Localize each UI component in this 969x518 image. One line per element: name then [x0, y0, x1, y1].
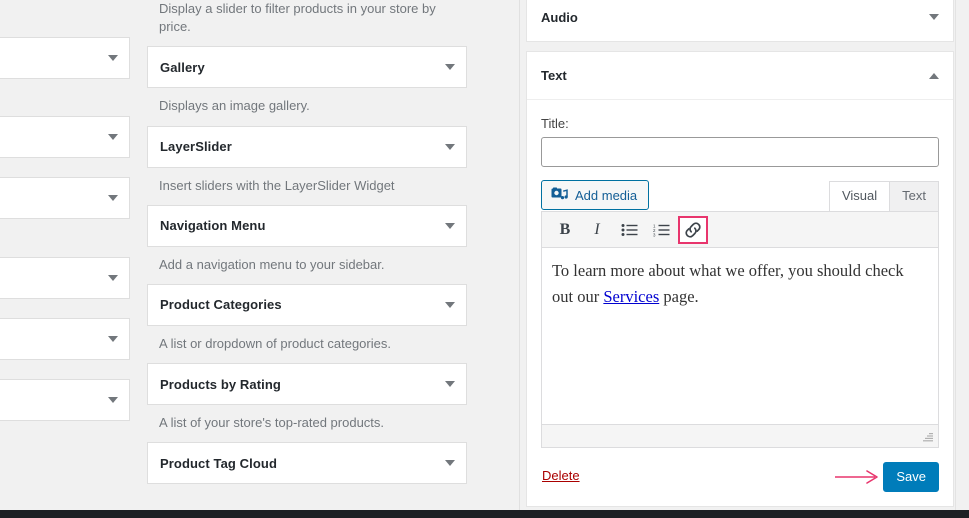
widget-accordion-header[interactable] — [0, 378, 130, 421]
sidebar-widget-text: Text Title: Add media Visual Text B I 1 … — [526, 51, 954, 507]
tab-text[interactable]: Text — [889, 180, 939, 211]
available-widgets-column-left: products in your r products in your — [0, 0, 130, 421]
add-media-button[interactable]: Add media — [541, 180, 650, 210]
title-field-label: Title: — [541, 116, 569, 131]
editor-text-after-link: page. — [659, 286, 699, 306]
editor-toolbar-top: Add media Visual Text — [541, 180, 939, 211]
resize-handle-icon[interactable] — [920, 430, 934, 444]
sidebar-widget-audio[interactable]: Audio — [526, 0, 954, 42]
chevron-down-icon — [445, 460, 455, 467]
widget-title: Product Tag Cloud — [160, 455, 278, 471]
widget-list-item[interactable] — [0, 256, 130, 318]
widget-list-item[interactable]: . — [0, 177, 130, 256]
widget-title: Text — [541, 68, 567, 83]
widget-description — [0, 299, 130, 318]
widget-description — [0, 360, 130, 379]
bold-icon[interactable]: B — [550, 216, 580, 244]
widget-accordion-header[interactable] — [0, 317, 130, 360]
widget-list-item[interactable] — [0, 317, 130, 379]
widget-list-item-product-categories[interactable]: Product Categories A list or dropdown of… — [147, 283, 467, 363]
widget-list-item-layerslider[interactable]: LayerSlider Insert sliders with the Laye… — [147, 125, 467, 205]
editor-paragraph: To learn more about what we offer, you s… — [552, 258, 928, 309]
chevron-down-icon — [445, 64, 455, 71]
chevron-down-icon[interactable] — [929, 14, 939, 20]
chevron-down-icon — [108, 55, 118, 62]
chevron-down-icon — [108, 195, 118, 202]
italic-icon[interactable]: I — [582, 216, 612, 244]
widget-list-item[interactable] — [0, 116, 130, 177]
widget-list-item-gallery[interactable]: Gallery Displays an image gallery. — [147, 46, 467, 125]
widget-header-text[interactable]: Text — [527, 52, 953, 100]
annotation-arrow — [835, 469, 881, 485]
screen-root: products in your r products in your — [0, 0, 969, 518]
widget-accordion-header-gallery[interactable]: Gallery — [147, 46, 467, 89]
available-widgets-area: products in your r products in your — [0, 0, 519, 510]
widget-accordion-header[interactable] — [0, 37, 130, 80]
title-input[interactable] — [541, 137, 939, 167]
widget-description: Insert sliders with the LayerSlider Widg… — [159, 177, 395, 193]
widget-list-item-product-tag-cloud[interactable]: Product Tag Cloud — [147, 442, 467, 485]
editor-content-area[interactable]: To learn more about what we offer, you s… — [542, 248, 938, 424]
widget-accordion-header-layerslider[interactable]: LayerSlider — [147, 125, 467, 168]
editor-format-toolbar: B I 1 2 3 — [542, 212, 938, 248]
chevron-down-icon — [445, 301, 455, 308]
chevron-down-icon — [445, 143, 455, 150]
bottom-bar — [0, 510, 969, 518]
save-button[interactable]: Save — [883, 462, 939, 492]
widget-accordion-header[interactable] — [0, 116, 130, 159]
widget-accordion-header-product-tag-cloud[interactable]: Product Tag Cloud — [147, 442, 467, 485]
unordered-list-icon[interactable] — [614, 216, 644, 244]
delete-link[interactable]: Delete — [542, 468, 580, 483]
widget-list-item-navigation-menu[interactable]: Navigation Menu Add a navigation menu to… — [147, 204, 467, 284]
chevron-down-icon — [108, 335, 118, 342]
panel-right-edge — [955, 0, 969, 510]
available-widgets-column-right: Display a slider to filter products in y… — [147, 0, 467, 485]
chevron-down-icon — [108, 396, 118, 403]
widget-title: Products by Rating — [160, 376, 281, 392]
widget-description: . — [0, 219, 130, 256]
sidebar-widgets-panel: Audio Text Title: Add media Visual Text … — [520, 0, 969, 510]
widget-accordion-header-navigation-menu[interactable]: Navigation Menu — [147, 204, 467, 247]
widget-description: Display a slider to filter products in y… — [159, 1, 436, 35]
chevron-down-icon — [108, 134, 118, 141]
media-icon — [551, 187, 568, 203]
widget-title: Audio — [541, 9, 578, 25]
chevron-down-icon — [445, 222, 455, 229]
widget-description: r products in your — [0, 79, 130, 116]
widget-accordion-header-products-by-rating[interactable]: Products by Rating — [147, 363, 467, 406]
widget-header-audio[interactable]: Audio — [527, 0, 953, 41]
add-media-label: Add media — [575, 187, 638, 203]
widget-list-item[interactable]: r products in your — [0, 37, 130, 116]
rich-text-editor: B I 1 2 3 To learn more about what we of… — [541, 211, 939, 448]
widget-title: Navigation Menu — [160, 218, 266, 234]
widget-accordion-header[interactable] — [0, 177, 130, 220]
widget-title: LayerSlider — [160, 139, 232, 155]
widget-accordion-header-product-categories[interactable]: Product Categories — [147, 283, 467, 326]
svg-text:3: 3 — [653, 232, 656, 237]
widget-description: A list of your store's top-rated product… — [159, 415, 385, 431]
chevron-down-icon — [108, 274, 118, 281]
widget-list-item-products-by-rating[interactable]: Products by Rating A list of your store'… — [147, 363, 467, 442]
widget-description — [0, 158, 130, 177]
services-link[interactable]: Services — [603, 287, 659, 306]
widget-title: Product Categories — [160, 297, 282, 313]
widget-description: Add a navigation menu to your sidebar. — [159, 256, 385, 272]
widget-footer-actions: Delete Save — [541, 462, 939, 494]
widget-description: A list or dropdown of product categories… — [159, 335, 391, 351]
widget-description: Displays an image gallery. — [159, 98, 310, 114]
widget-title: Gallery — [160, 59, 205, 75]
widget-list-item[interactable] — [0, 378, 130, 421]
chevron-down-icon — [445, 381, 455, 388]
widget-description: products in your — [0, 0, 130, 37]
link-icon[interactable] — [678, 215, 708, 244]
widget-accordion-header[interactable] — [0, 256, 130, 299]
editor-mode-tabs: Visual Text — [828, 180, 939, 211]
tab-visual[interactable]: Visual — [828, 180, 891, 211]
ordered-list-icon[interactable]: 1 2 3 — [646, 216, 676, 244]
widget-body-text: Title: Add media Visual Text B I 1 2 3 T… — [527, 100, 953, 506]
chevron-up-icon[interactable] — [929, 72, 939, 79]
editor-statusbar — [542, 424, 938, 447]
sidebar-panel-inner: Audio Text Title: Add media Visual Text … — [526, 0, 954, 510]
